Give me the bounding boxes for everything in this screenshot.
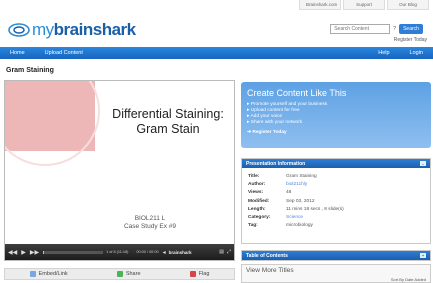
logo-my: my: [32, 20, 54, 39]
page: Brainshark.com Support Our Blog my brains…: [0, 0, 433, 283]
collapse-icon[interactable]: –: [420, 161, 426, 166]
search-button[interactable]: Search: [399, 24, 423, 34]
main-nav: Home Upload Content Help Login: [0, 47, 433, 59]
register-link-top[interactable]: Register Today: [394, 37, 427, 43]
info-key: Length:: [248, 206, 266, 212]
presentation-info-header[interactable]: Presentation Information –: [242, 159, 430, 168]
player-brand-logo[interactable]: brainshark: [169, 250, 192, 255]
info-row: Views: 48: [248, 189, 344, 197]
more-titles-panel: View More Titles Sort By Date Added: [241, 264, 431, 283]
progress-bar[interactable]: [43, 250, 104, 254]
info-row: Title: Gram Staining: [248, 173, 344, 181]
share-bar: Embed/Link Share Flag: [4, 268, 235, 280]
info-value: Sep 03, 2012: [286, 198, 315, 204]
slide-player[interactable]: Differential Staining: Gram Stain BIOL21…: [4, 80, 235, 261]
logo-swirl-icon: [8, 23, 30, 37]
promo-list: Promote yourself and your business Uploa…: [247, 102, 425, 126]
info-key: Category:: [248, 215, 271, 221]
info-row: Author: biol211hly: [248, 181, 344, 189]
player-right-icons: ▤ ⤢: [219, 249, 231, 255]
volume-icon[interactable]: ◂: [163, 249, 166, 256]
flag-label: Flag: [198, 271, 210, 277]
slide-title-line2: Gram Stain: [136, 122, 200, 136]
expand-icon[interactable]: +: [420, 253, 426, 258]
nav-home[interactable]: Home: [0, 50, 35, 56]
promo-box: Create Content Like This Promote yoursel…: [241, 82, 431, 148]
slide-position: 1 of 8 (11:18): [106, 250, 129, 254]
info-key: Tag:: [248, 223, 258, 229]
top-links: Brainshark.com Support Our Blog: [297, 0, 429, 12]
info-value: 11 mins 18 secs , 8 slide(s): [286, 206, 344, 212]
slide-subtitle: BIOL211 L Case Study Ex #9: [95, 215, 205, 231]
promo-title: Create Content Like This: [247, 88, 347, 98]
promo-register-link[interactable]: ➜ Register Today: [247, 130, 425, 135]
info-value: Gram Staining: [286, 174, 317, 179]
slide-subtitle-line2: Case Study Ex #9: [123, 223, 177, 230]
slide-subtitle-line1: BIOL211 L: [134, 215, 166, 222]
play-icon[interactable]: ▶: [21, 249, 26, 256]
help-icon[interactable]: ?: [393, 26, 396, 32]
share-button[interactable]: Share: [116, 271, 141, 277]
embed-icon: [29, 271, 36, 277]
toc-title: Table of Contents: [246, 253, 288, 259]
sort-by-select[interactable]: Sort By Date Added: [391, 277, 426, 282]
nav-right: Help Login: [368, 50, 433, 56]
info-row: Modified: Sep 03, 2012: [248, 198, 344, 206]
toplink-support[interactable]: Support: [343, 0, 385, 10]
toc-header[interactable]: Table of Contents +: [242, 251, 430, 260]
info-value[interactable]: Science: [286, 214, 344, 222]
presentation-info-title: Presentation Information: [246, 161, 306, 167]
progress-fill: [43, 250, 45, 254]
info-value[interactable]: biol211hly: [286, 181, 344, 189]
slide-decoration-circle: [5, 81, 100, 166]
share-icon: [116, 271, 123, 277]
presentation-info-panel: Presentation Information – Title: Gram St…: [241, 158, 431, 244]
embed-link-button[interactable]: Embed/Link: [29, 271, 68, 277]
info-value: 48: [286, 190, 292, 196]
previous-icon[interactable]: ◀◀: [8, 249, 17, 256]
nav-login[interactable]: Login: [400, 50, 433, 56]
info-key: Modified:: [248, 198, 270, 204]
settings-icon[interactable]: ▤: [219, 249, 224, 255]
brainshark-logo[interactable]: my brainshark: [8, 20, 136, 40]
promo-item: Share with your network: [247, 120, 425, 126]
info-row: Tag: microbiology: [248, 222, 344, 230]
more-titles-heading: View More Titles: [246, 267, 294, 274]
slide-title-line1: Differential Staining:: [112, 107, 224, 121]
next-icon[interactable]: ▶▶: [30, 249, 39, 256]
search-input[interactable]: [330, 24, 391, 34]
slide-title: Differential Staining: Gram Stain: [103, 107, 233, 137]
info-row: Length: 11 mins 18 secs , 8 slide(s): [248, 206, 344, 214]
flag-icon: [189, 271, 196, 277]
info-key: Title:: [248, 174, 260, 179]
page-title: Gram Staining: [6, 67, 54, 74]
info-key: Views:: [248, 190, 264, 196]
info-table: Title: Gram Staining Author: biol211hly View…: [248, 173, 344, 230]
info-row: Category: Science: [248, 214, 344, 222]
info-key: Author:: [248, 182, 266, 188]
info-value: microbiology: [286, 223, 313, 229]
nav-help[interactable]: Help: [368, 50, 399, 56]
player-controls: ◀◀ ▶ ▶▶ 1 of 8 (11:18) 00:00 / 00:00 ◂ b…: [5, 244, 234, 260]
toc-panel: Table of Contents +: [241, 250, 431, 261]
toplink-blog[interactable]: Our Blog: [387, 0, 429, 10]
slide-view: Differential Staining: Gram Stain BIOL21…: [5, 81, 234, 245]
flag-button[interactable]: Flag: [189, 271, 210, 277]
nav-upload-content[interactable]: Upload Content: [35, 50, 93, 56]
share-label: Share: [125, 271, 141, 277]
search-bar: ? Search: [330, 24, 423, 34]
promo-register-label: Register Today: [252, 130, 287, 135]
logo-brand: brainshark: [53, 20, 136, 39]
fullscreen-icon[interactable]: ⤢: [227, 249, 231, 255]
time-readout: 00:00 / 00:00: [136, 250, 159, 254]
toplink-brainshark[interactable]: Brainshark.com: [299, 0, 341, 10]
embed-label: Embed/Link: [38, 271, 68, 277]
